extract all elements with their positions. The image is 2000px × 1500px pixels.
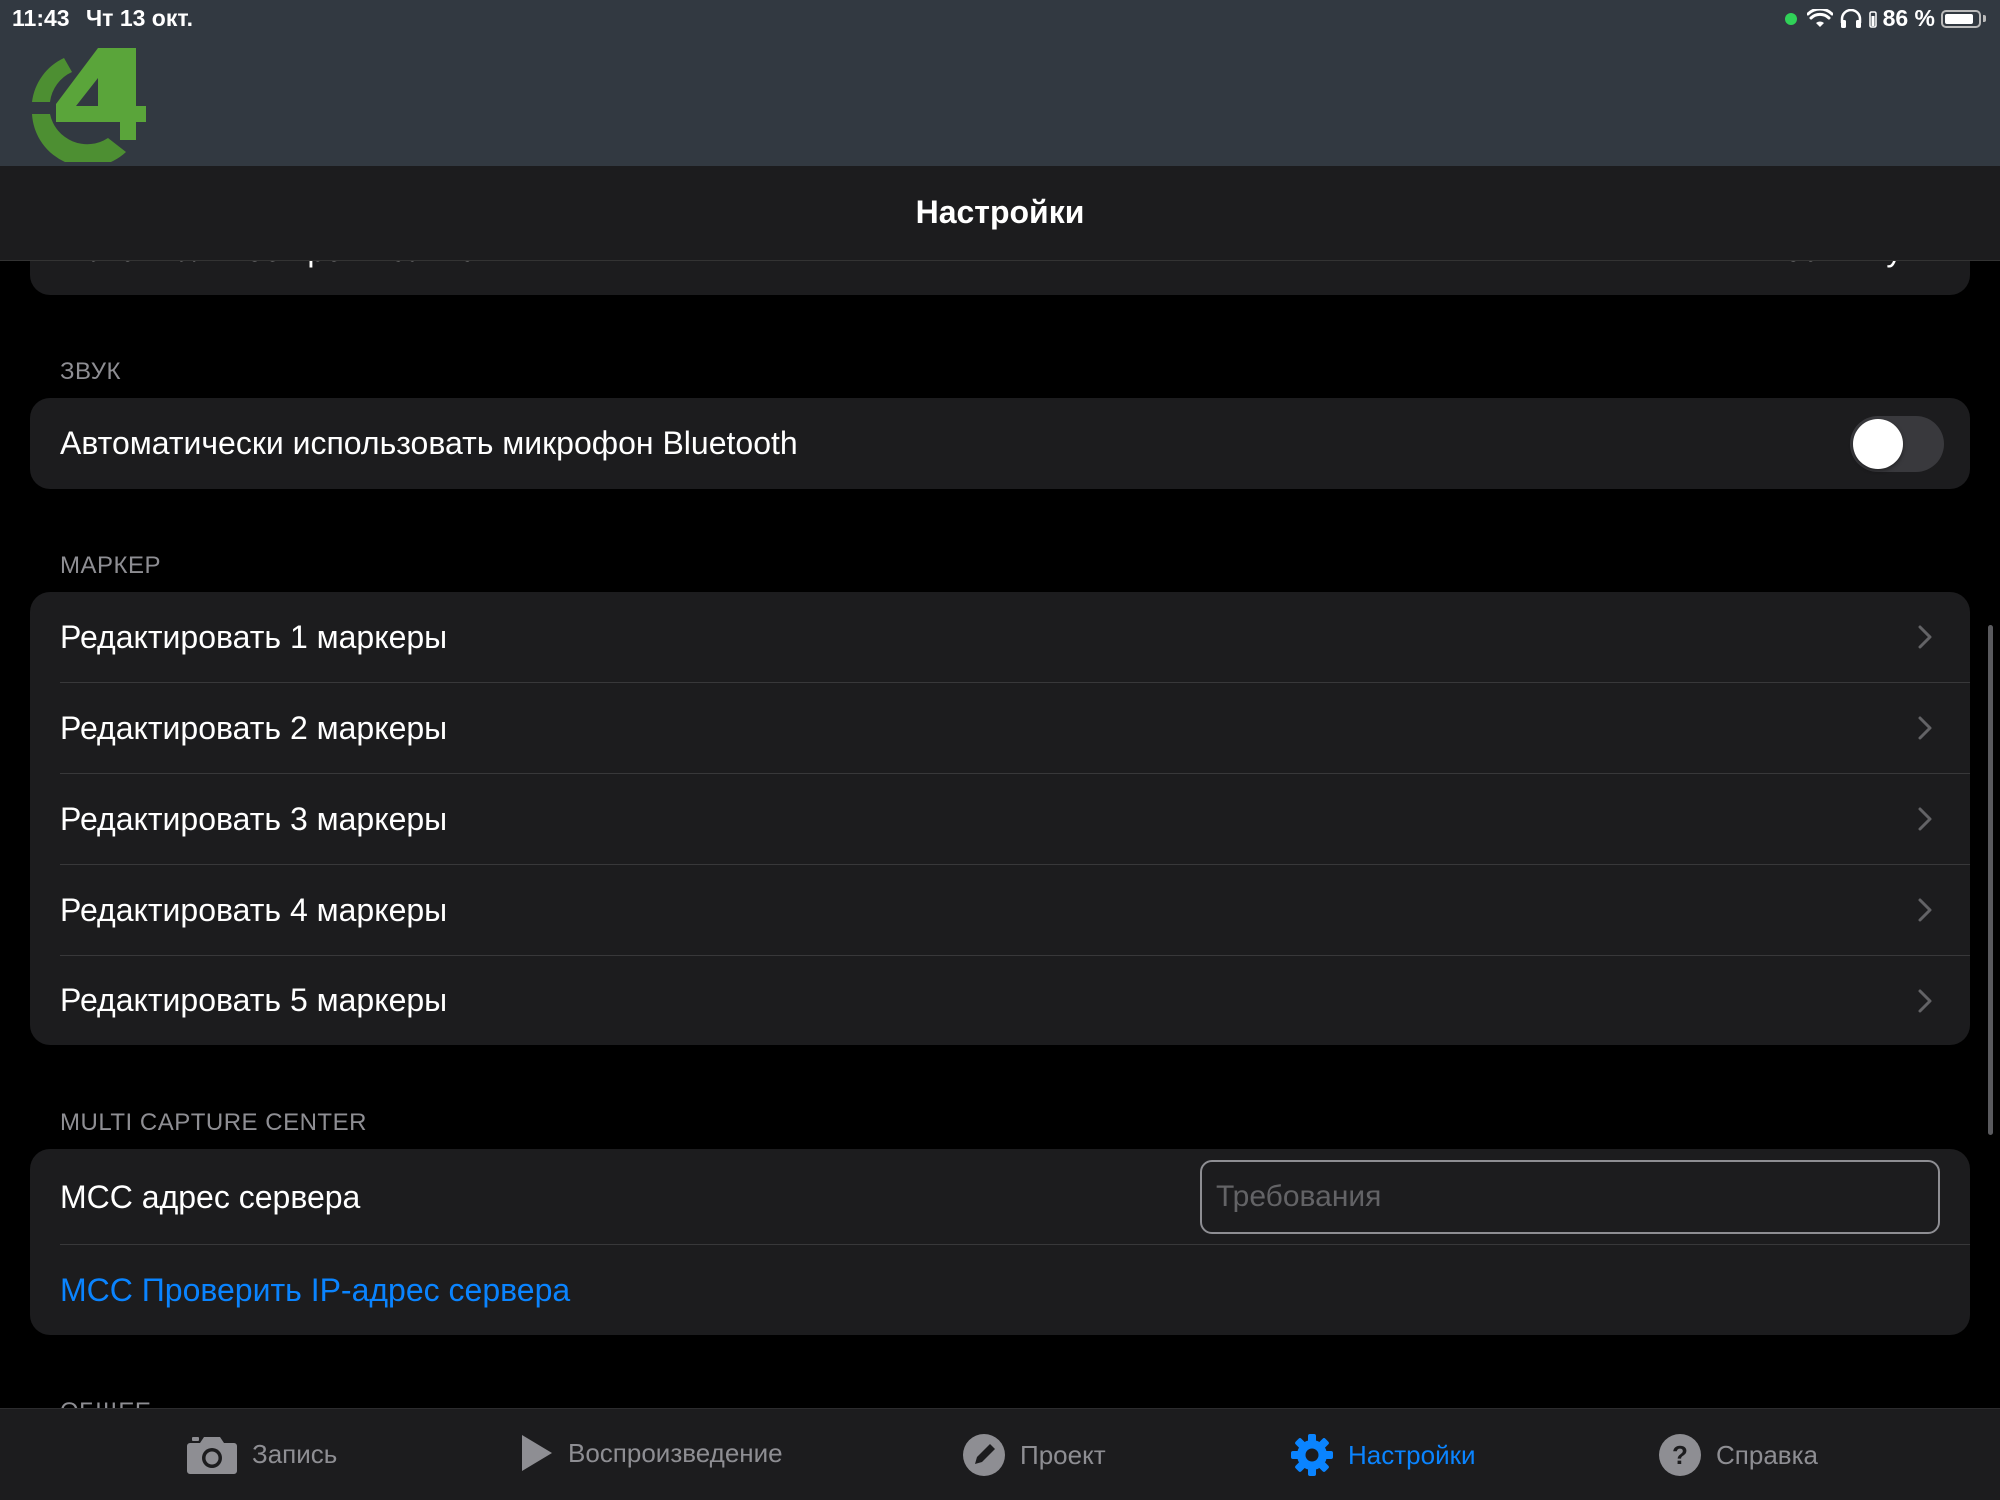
scroll-indicator[interactable] (1988, 625, 1993, 1135)
status-time: 11:43 (12, 5, 70, 31)
tab-bar: Запись Воспроизведение Проект Настройки … (0, 1408, 2000, 1500)
toggle-knob (1853, 419, 1903, 469)
sound-group: Автоматически использовать микрофон Blue… (30, 398, 1970, 489)
mcc-server-address-input[interactable] (1200, 1160, 1940, 1234)
pencil-icon (963, 1434, 1005, 1476)
chevron-right-icon (1918, 989, 1932, 1013)
mic-active-indicator-icon (1784, 12, 1797, 25)
mcc-check-ip-row[interactable]: MCC Проверить IP-адрес сервера (30, 1245, 1970, 1335)
svg-text:?: ? (1672, 1440, 1688, 1470)
tab-playback-label: Воспроизведение (568, 1437, 783, 1468)
mcc-server-label: MCC адрес сервера (60, 1178, 361, 1215)
battery-percent: 86 % (1882, 5, 1935, 31)
tab-project-label: Проект (1020, 1439, 1106, 1470)
headphones-icon (1840, 8, 1861, 28)
tab-help-label: Справка (1716, 1439, 1818, 1470)
tab-playback[interactable]: Воспроизведение (520, 1433, 783, 1473)
chevron-right-icon (1918, 716, 1932, 740)
app-header: 11:43 Чт 13 окт. 86 % (0, 0, 2000, 166)
status-bar: 11:43 Чт 13 окт. 86 % (0, 0, 2000, 36)
edit-marker-3-label: Редактировать 3 маркеры (60, 801, 448, 837)
mcc-server-row: MCC адрес сервера (30, 1149, 1970, 1245)
tab-settings[interactable]: Настройки (1290, 1433, 1476, 1477)
sound-section-header: ЗВУК (60, 358, 121, 385)
bluetooth-mic-row: Автоматически использовать микрофон Blue… (30, 398, 1970, 489)
mcc-section-header: MULTI CAPTURE CENTER (60, 1109, 367, 1136)
bluetooth-mic-toggle[interactable] (1850, 416, 1944, 472)
navigation-bar: Настройки (0, 166, 2000, 261)
edit-marker-4-row[interactable]: Редактировать 4 маркеры (30, 865, 1970, 956)
chevron-right-icon (1918, 807, 1932, 831)
edit-marker-2-label: Редактировать 2 маркеры (60, 710, 448, 746)
edit-marker-1-label: Редактировать 1 маркеры (60, 619, 448, 655)
gear-icon (1291, 1434, 1333, 1476)
tab-record-label: Запись (252, 1438, 338, 1469)
bluetooth-mic-label: Автоматически использовать микрофон Blue… (60, 425, 798, 461)
edit-marker-1-row[interactable]: Редактировать 1 маркеры (30, 592, 1970, 683)
mcc-check-ip-link[interactable]: MCC Проверить IP-адрес сервера (60, 1272, 570, 1309)
headphone-battery-icon (1868, 10, 1877, 28)
play-icon (522, 1435, 552, 1471)
camera-icon (187, 1437, 237, 1474)
battery-fill (1945, 13, 1973, 24)
battery-icon (1941, 9, 1981, 28)
edit-marker-4-label: Редактировать 4 маркеры (60, 892, 448, 928)
marker-section-header: МАРКЕР (60, 552, 162, 579)
status-indicators: 86 % (1784, 5, 1986, 32)
marker-group: Редактировать 1 маркеры Редактировать 2 … (30, 592, 1970, 1045)
tab-settings-label: Настройки (1348, 1439, 1476, 1470)
edit-marker-2-row[interactable]: Редактировать 2 маркеры (30, 683, 1970, 774)
edit-marker-5-row[interactable]: Редактировать 5 маркеры (30, 956, 1970, 1045)
tab-record[interactable]: Запись (186, 1433, 337, 1475)
chevron-right-icon (1918, 625, 1932, 649)
tab-project[interactable]: Проект (962, 1433, 1106, 1477)
page-title: Настройки (915, 194, 1085, 230)
wifi-icon (1806, 8, 1833, 27)
status-date: Чт 13 окт. (86, 5, 193, 31)
mcc-group: MCC адрес сервера MCC Проверить IP-адрес… (30, 1149, 1970, 1335)
edit-marker-5-label: Редактировать 5 маркеры (60, 982, 448, 1018)
chevron-right-icon (1918, 898, 1932, 922)
battery-tip (1983, 15, 1986, 22)
app-logo-icon (32, 48, 146, 162)
edit-marker-3-row[interactable]: Редактировать 3 маркеры (30, 774, 1970, 865)
tab-help[interactable]: ? Справка (1658, 1433, 1818, 1477)
help-icon: ? (1659, 1434, 1701, 1476)
settings-screen: Максимальное время записи 180 минуты ЗВУ… (0, 0, 2000, 1500)
